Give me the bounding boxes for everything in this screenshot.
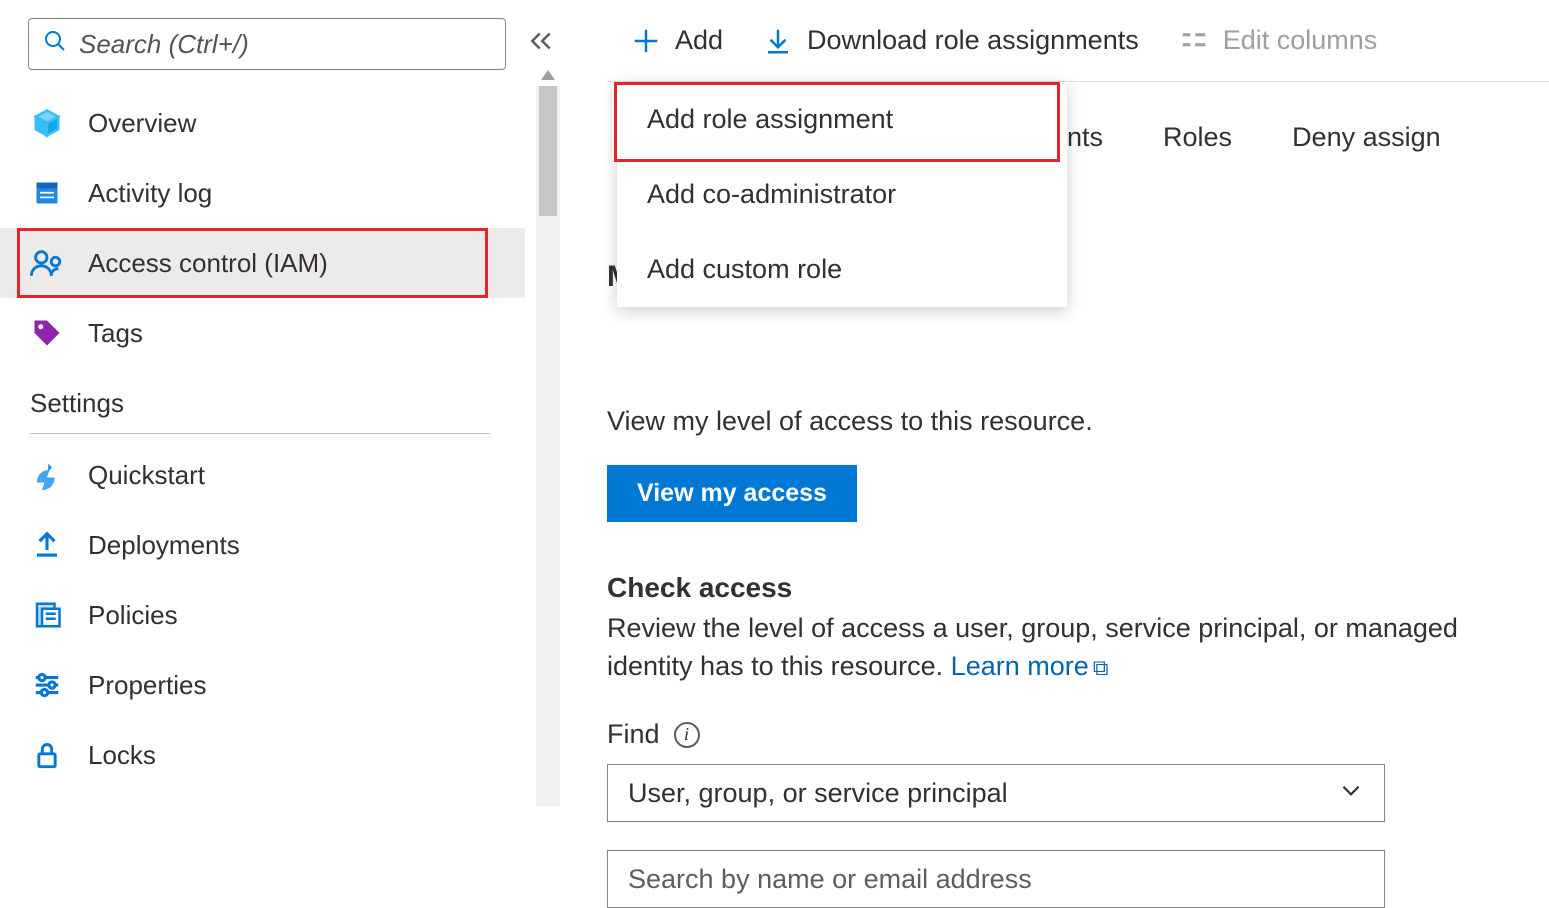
add-dropdown-menu: Add role assignment Add co-administrator… xyxy=(617,82,1067,307)
sidebar-search-input[interactable] xyxy=(28,18,506,70)
sidebar-item-policies[interactable]: Policies xyxy=(0,580,525,650)
sidebar-item-access-control[interactable]: Access control (IAM) xyxy=(0,228,525,298)
nav-label: Policies xyxy=(88,600,178,631)
download-role-assignments-button[interactable]: Download role assignments xyxy=(763,25,1139,56)
tab-roles[interactable]: Roles xyxy=(1163,122,1232,153)
find-type-value: User, group, or service principal xyxy=(628,778,1008,809)
sidebar-item-overview[interactable]: Overview xyxy=(0,88,525,158)
main-content: View my level of access to this resource… xyxy=(607,403,1549,908)
nav-label: Overview xyxy=(88,108,196,139)
sliders-icon xyxy=(30,670,64,700)
policies-icon xyxy=(30,600,64,630)
view-my-access-button[interactable]: View my access xyxy=(607,465,857,522)
check-access-description: Review the level of access a user, group… xyxy=(607,610,1549,686)
sidebar-nav-settings: Quickstart Deployments Policies Properti… xyxy=(0,440,525,790)
sidebar-item-locks[interactable]: Locks xyxy=(0,720,525,790)
find-type-select[interactable]: User, group, or service principal xyxy=(607,764,1385,822)
nav-label: Properties xyxy=(88,670,207,701)
download-button-label: Download role assignments xyxy=(807,25,1139,56)
sidebar-search-field[interactable] xyxy=(79,29,491,60)
upload-icon xyxy=(30,530,64,560)
sidebar-item-properties[interactable]: Properties xyxy=(0,650,525,720)
nav-label: Quickstart xyxy=(88,460,205,491)
edit-columns-button[interactable]: Edit columns xyxy=(1179,25,1378,56)
cube-icon xyxy=(30,108,64,138)
add-custom-role-item[interactable]: Add custom role xyxy=(617,232,1067,307)
nav-label: Deployments xyxy=(88,530,240,561)
check-access-header: Check access xyxy=(607,572,1549,604)
tab-deny-assignments[interactable]: Deny assign xyxy=(1292,122,1441,153)
add-role-assignment-item[interactable]: Add role assignment xyxy=(617,82,1067,157)
add-button[interactable]: Add xyxy=(631,25,723,56)
nav-label: Access control (IAM) xyxy=(88,248,328,279)
nav-label: Locks xyxy=(88,740,156,771)
people-icon xyxy=(30,248,64,278)
sidebar: Overview Activity log Access control (IA… xyxy=(0,0,560,894)
add-co-administrator-item[interactable]: Add co-administrator xyxy=(617,157,1067,232)
command-bar: Add Download role assignments Edit colum… xyxy=(607,0,1549,82)
find-search-input[interactable] xyxy=(607,850,1385,908)
add-button-label: Add xyxy=(675,25,723,56)
tag-icon xyxy=(30,318,64,348)
learn-more-link[interactable]: Learn more⧉ xyxy=(951,651,1109,681)
chevron-down-icon xyxy=(1338,777,1364,810)
sidebar-scrollbar[interactable] xyxy=(536,86,560,806)
lock-icon xyxy=(30,740,64,770)
sidebar-item-tags[interactable]: Tags xyxy=(0,298,525,368)
nav-label: Activity log xyxy=(88,178,212,209)
sidebar-item-deployments[interactable]: Deployments xyxy=(0,510,525,580)
sidebar-item-activity-log[interactable]: Activity log xyxy=(0,158,525,228)
sidebar-section-settings-header: Settings xyxy=(0,368,560,440)
nav-label: Tags xyxy=(88,318,143,349)
my-access-description: View my level of access to this resource… xyxy=(607,403,1549,441)
collapse-sidebar-button[interactable] xyxy=(526,26,560,63)
sidebar-nav-top: Overview Activity log Access control (IA… xyxy=(0,88,525,368)
external-link-icon: ⧉ xyxy=(1093,655,1109,680)
search-icon xyxy=(43,29,67,60)
quickstart-icon xyxy=(30,460,64,490)
info-icon[interactable]: i xyxy=(674,722,700,748)
tab-role-assignments-partial[interactable]: nts xyxy=(1067,122,1103,153)
edit-columns-label: Edit columns xyxy=(1223,25,1378,56)
main-pane: Add Download role assignments Edit colum… xyxy=(607,0,1549,894)
sidebar-item-quickstart[interactable]: Quickstart xyxy=(0,440,525,510)
find-label: Find xyxy=(607,719,660,750)
log-icon xyxy=(30,179,64,207)
